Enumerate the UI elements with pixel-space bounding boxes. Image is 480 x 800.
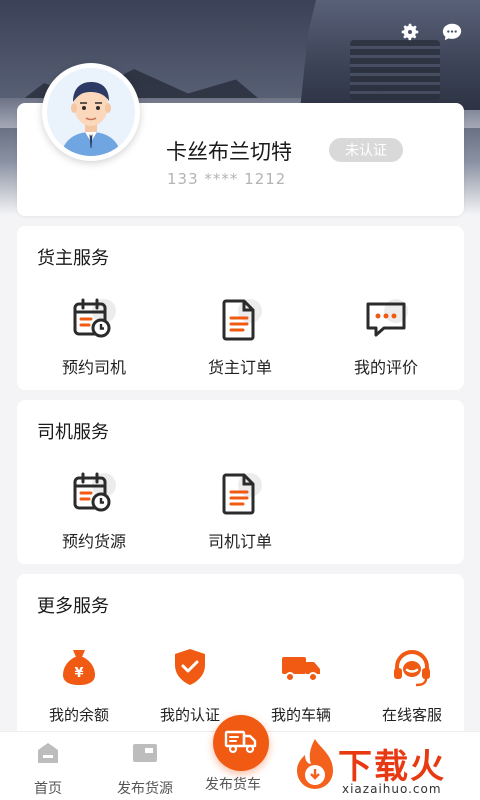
driver-services-card: 司机服务 预约货源 司机订单 <box>17 400 464 564</box>
service-label: 货主订单 <box>207 358 272 377</box>
user-name: 卡丝布兰切特 <box>166 140 292 164</box>
section-title: 司机服务 <box>37 422 109 443</box>
service-label: 在线客服 <box>381 706 442 724</box>
cargo-icon <box>131 740 159 770</box>
document-icon <box>216 296 264 344</box>
nav-label-publish-truck[interactable]: 发布货车 <box>205 774 261 794</box>
service-label: 我的评价 <box>353 358 418 377</box>
truck-icon <box>224 726 258 760</box>
document-icon <box>216 470 264 518</box>
headset-icon <box>388 644 436 692</box>
service-label: 预约司机 <box>61 358 126 377</box>
service-book-cargo[interactable]: 预约货源 <box>39 470 149 552</box>
avatar[interactable] <box>42 63 140 161</box>
service-book-driver[interactable]: 预约司机 <box>39 296 149 378</box>
calendar-clock-icon <box>70 296 118 344</box>
home-icon <box>35 740 61 770</box>
service-my-balance[interactable]: ¥ 我的余额 <box>24 644 134 725</box>
money-bag-icon: ¥ <box>55 644 103 692</box>
nav-publish-cargo[interactable]: 发布货源 <box>100 740 190 798</box>
svg-text:¥: ¥ <box>74 666 83 681</box>
chat-bubble-icon[interactable] <box>440 20 464 44</box>
watermark-subtext: xiazaihuo.com <box>342 782 442 796</box>
shield-check-icon <box>166 644 214 692</box>
nav-home[interactable]: 首页 <box>3 740 93 798</box>
service-label: 我的车辆 <box>270 706 331 724</box>
watermark-text: 下载火 <box>338 747 446 787</box>
service-online-support[interactable]: 在线客服 <box>357 644 467 725</box>
section-title: 更多服务 <box>37 596 109 617</box>
service-label: 我的余额 <box>48 706 109 724</box>
service-my-vehicles[interactable]: 我的车辆 <box>246 644 356 725</box>
section-title: 货主服务 <box>37 248 109 269</box>
service-shipper-orders[interactable]: 货主订单 <box>185 296 295 378</box>
service-driver-orders[interactable]: 司机订单 <box>185 470 295 552</box>
calendar-clock-icon <box>70 470 118 518</box>
watermark-logo: 下载火 xiazaihuo.com <box>290 735 480 800</box>
service-label: 预约货源 <box>61 532 126 551</box>
shipper-services-card: 货主服务 预约司机 货主订单 我的评价 <box>17 226 464 390</box>
service-label: 我的认证 <box>159 706 220 724</box>
header-actions <box>398 20 464 44</box>
nav-label: 发布货源 <box>117 781 173 797</box>
truck-icon <box>277 644 325 692</box>
phone-number: 133 **** 1212 <box>167 170 287 188</box>
verify-status-badge[interactable]: 未认证 <box>329 138 403 162</box>
gear-icon[interactable] <box>398 20 422 44</box>
service-my-verification[interactable]: 我的认证 <box>135 644 245 725</box>
nav-label: 首页 <box>34 781 62 797</box>
service-label: 司机订单 <box>207 532 272 551</box>
comment-icon <box>362 296 410 344</box>
service-my-reviews[interactable]: 我的评价 <box>331 296 441 378</box>
publish-truck-button[interactable] <box>213 715 269 771</box>
